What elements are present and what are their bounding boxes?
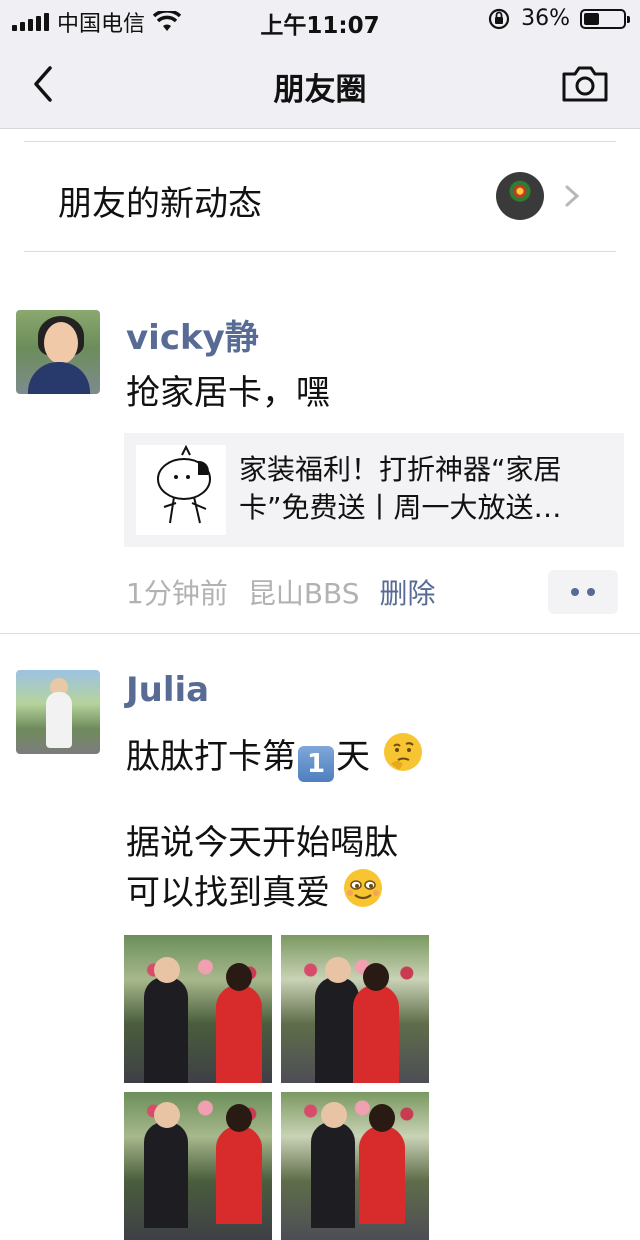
post-source[interactable]: 昆山BBS <box>248 572 360 612</box>
avatar[interactable] <box>16 670 100 754</box>
battery-percent: 36% <box>521 6 570 31</box>
post-author[interactable]: vicky静 <box>126 310 259 359</box>
chevron-right-icon <box>565 185 580 207</box>
post-photo[interactable] <box>124 935 272 1083</box>
status-right: 36% <box>487 6 630 31</box>
keycap-one-emoji: 1 <box>298 746 334 782</box>
post-author[interactable]: Julia <box>126 670 209 710</box>
post-text-line: 肽肽打卡第 1 天 <box>126 730 425 782</box>
divider <box>24 251 616 252</box>
post-text-line: 可以找到真爱 <box>126 866 385 916</box>
post-photo[interactable] <box>281 935 429 1083</box>
post-separator <box>0 633 640 634</box>
post-text-part: 肽肽打卡第 <box>126 737 296 777</box>
post-time: 1分钟前 <box>126 577 228 610</box>
link-card[interactable]: 家装福利！打折神器“家居卡”免费送丨周一大放送… <box>124 433 624 547</box>
post-text-part: 可以找到真爱 <box>126 873 330 913</box>
dot-icon <box>571 588 579 596</box>
friend-updates-label: 朋友的新动态 <box>58 184 262 224</box>
link-thumbnail <box>136 445 226 535</box>
nav-bar: 朋友圈 <box>0 40 640 129</box>
battery-icon <box>580 8 630 29</box>
friend-updates-row[interactable]: 朋友的新动态 <box>0 142 640 252</box>
thinking-face-icon <box>383 733 422 771</box>
page-title: 朋友圈 <box>273 72 367 108</box>
post-text-line: 据说今天开始喝肽 <box>126 823 398 863</box>
dot-icon <box>587 588 595 596</box>
camera-button[interactable] <box>560 64 610 104</box>
friend-updates-avatar <box>496 172 544 220</box>
status-bar: 中国电信 上午11:07 36% <box>0 0 640 40</box>
smirk-face-icon <box>343 869 382 907</box>
post-photo[interactable] <box>124 1092 272 1240</box>
post-text: 抢家居卡，嘿 <box>126 373 330 413</box>
post-meta: 1分钟前 昆山BBS 删除 <box>126 572 436 612</box>
delete-link[interactable]: 删除 <box>380 572 436 612</box>
link-title: 家装福利！打折神器“家居卡”免费送丨周一大放送… <box>239 453 562 524</box>
avatar[interactable] <box>16 310 100 394</box>
more-actions-button[interactable] <box>548 570 618 614</box>
orientation-lock-icon <box>488 8 510 29</box>
post-photo[interactable] <box>281 1092 429 1240</box>
post-text-part: 天 <box>336 737 370 777</box>
